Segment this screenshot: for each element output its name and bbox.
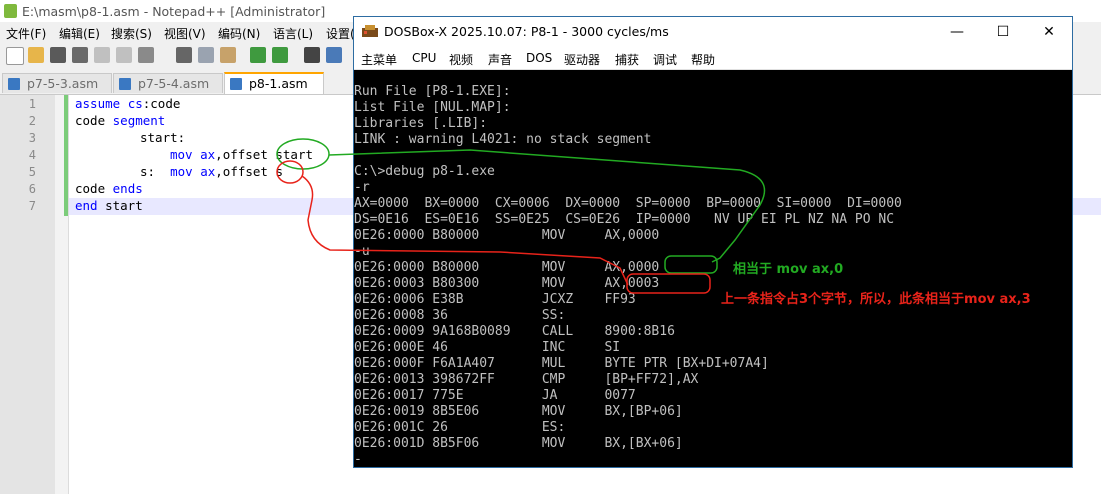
code-line-2: code segment xyxy=(75,113,166,128)
console-line: List File [NUL.MAP]: xyxy=(354,100,511,115)
console-line: 0E26:0019 8B5E06 MOV BX,[BP+06] xyxy=(354,404,683,419)
redo-icon[interactable] xyxy=(272,47,288,63)
dos-menu-video[interactable]: 视频 xyxy=(449,51,473,68)
line-number: 2 xyxy=(28,114,36,128)
dosbox-app-icon xyxy=(362,25,378,37)
console-line: 0E26:001C 26 ES: xyxy=(354,420,566,435)
console-line: LINK : warning L4021: no stack segment xyxy=(354,132,652,147)
tab-label: p8-1.asm xyxy=(249,76,308,91)
tab-p7-5-3[interactable]: p7-5-3.asm xyxy=(2,73,112,93)
code-line-3: start: xyxy=(140,130,186,145)
open-file-icon[interactable] xyxy=(28,47,44,63)
line-number: 6 xyxy=(28,182,36,196)
console-line: Run File [P8-1.EXE]: xyxy=(354,84,511,99)
menu-encoding[interactable]: 编码(N) xyxy=(218,25,260,42)
print-icon[interactable] xyxy=(138,47,154,63)
find-icon[interactable] xyxy=(304,47,320,63)
tab-label: p7-5-4.asm xyxy=(138,76,210,91)
undo-icon[interactable] xyxy=(250,47,266,63)
menu-search[interactable]: 搜索(S) xyxy=(111,25,152,42)
console-line: -u xyxy=(354,244,370,259)
close-file-icon[interactable] xyxy=(94,47,110,63)
menu-edit[interactable]: 编辑(E) xyxy=(59,25,100,42)
npp-window-title: E:\masm\p8-1.asm - Notepad++ [Administra… xyxy=(22,4,326,19)
console-line: 0E26:0003 B80300 MOV AX,0003 xyxy=(354,276,660,291)
console-line: 0E26:0006 E38B JCXZ FF93 xyxy=(354,292,636,307)
tab-p8-1[interactable]: p8-1.asm xyxy=(224,72,324,94)
replace-icon[interactable] xyxy=(326,47,342,63)
console-line: -r xyxy=(354,180,370,195)
dosbox-menubar: 主菜单 CPU 视频 声音 DOS 驱动器 捕获 调试 帮助 xyxy=(354,47,1072,70)
cut-icon[interactable] xyxy=(176,47,192,63)
save-all-icon[interactable] xyxy=(72,47,88,63)
dos-menu-capture[interactable]: 捕获 xyxy=(615,51,639,68)
dos-menu-sound[interactable]: 声音 xyxy=(488,51,512,68)
close-button[interactable]: ✕ xyxy=(1026,17,1072,47)
console-line: AX=0000 BX=0000 CX=0006 DX=0000 SP=0000 … xyxy=(354,196,902,211)
console-line: C:\>debug p8-1.exe xyxy=(354,164,495,179)
menu-file[interactable]: 文件(F) xyxy=(6,25,46,42)
code-line-1: assume cs:code xyxy=(75,96,181,111)
tab-label: p7-5-3.asm xyxy=(27,76,99,91)
close-all-icon[interactable] xyxy=(116,47,132,63)
code-line-4: mov ax,offset start xyxy=(170,147,314,162)
line-number: 5 xyxy=(28,165,36,179)
line-number: 7 xyxy=(28,199,36,213)
save-icon[interactable] xyxy=(50,47,66,63)
line-number: 4 xyxy=(28,148,36,162)
dosbox-window-title: DOSBox-X 2025.10.07: P8-1 - 3000 cycles/… xyxy=(384,24,669,39)
red-annotation-text: 上一条指令占3个字节，所以，此条相当于mov ax,3 xyxy=(721,292,1031,307)
code-line-7: end start xyxy=(75,198,143,213)
console-line: 0E26:001D 8B5F06 MOV BX,[BX+06] xyxy=(354,436,683,451)
console-line: 0E26:0000 B80000 MOV AX,0000 xyxy=(354,228,660,243)
line-number: 1 xyxy=(28,97,36,111)
line-number: 3 xyxy=(28,131,36,145)
console-line: 0E26:0008 36 SS: xyxy=(354,308,566,323)
paste-icon[interactable] xyxy=(220,47,236,63)
console-line: 0E26:0013 398672FF CMP [BP+FF72],AX xyxy=(354,372,699,387)
console-line: 0E26:0017 775E JA 0077 xyxy=(354,388,636,403)
console-line: 0E26:000F F6A1A407 MUL BYTE PTR [BX+DI+0… xyxy=(354,356,769,371)
notepadpp-app-icon xyxy=(4,4,17,18)
change-history-bar xyxy=(64,95,68,216)
console-line: 0E26:0009 9A168B0089 CALL 8900:8B16 xyxy=(354,324,675,339)
dos-menu-dos[interactable]: DOS xyxy=(526,51,552,65)
tab-p7-5-4[interactable]: p7-5-4.asm xyxy=(113,73,223,93)
dos-console-screen[interactable]: Run File [P8-1.EXE]: List File [NUL.MAP]… xyxy=(354,70,1072,467)
dos-menu-cpu[interactable]: CPU xyxy=(412,51,436,65)
dos-menu-help[interactable]: 帮助 xyxy=(691,51,715,68)
saved-file-icon xyxy=(230,78,242,90)
menu-language[interactable]: 语言(L) xyxy=(273,25,313,42)
dos-menu-main[interactable]: 主菜单 xyxy=(361,51,397,68)
line-number-gutter: 1 2 3 4 5 6 7 xyxy=(0,95,55,494)
dos-menu-debug[interactable]: 调试 xyxy=(653,51,677,68)
console-line: 0E26:0000 B80000 MOV AX,0000 xyxy=(354,260,660,275)
minimize-button[interactable]: — xyxy=(934,17,980,47)
dos-menu-drives[interactable]: 驱动器 xyxy=(564,51,600,68)
code-line-6: code ends xyxy=(75,181,143,196)
code-line-5: s: mov ax,offset s xyxy=(140,164,284,179)
copy-icon[interactable] xyxy=(198,47,214,63)
console-line: Libraries [.LIB]: xyxy=(354,116,488,131)
green-annotation-text: 相当于 mov ax,0 xyxy=(733,262,844,277)
menu-settings[interactable]: 设置( xyxy=(326,25,355,42)
saved-file-icon xyxy=(119,78,131,90)
dosbox-titlebar: DOSBox-X 2025.10.07: P8-1 - 3000 cycles/… xyxy=(354,17,1072,47)
console-line: 0E26:000E 46 INC SI xyxy=(354,340,621,355)
menu-view[interactable]: 视图(V) xyxy=(164,25,206,42)
console-cursor-line: - xyxy=(354,452,362,467)
saved-file-icon xyxy=(8,78,20,90)
maximize-button[interactable]: ☐ xyxy=(980,17,1026,47)
new-file-icon[interactable] xyxy=(6,47,24,65)
dosbox-window: DOSBox-X 2025.10.07: P8-1 - 3000 cycles/… xyxy=(353,16,1073,468)
console-line: DS=0E16 ES=0E16 SS=0E25 CS=0E26 IP=0000 … xyxy=(354,212,895,227)
